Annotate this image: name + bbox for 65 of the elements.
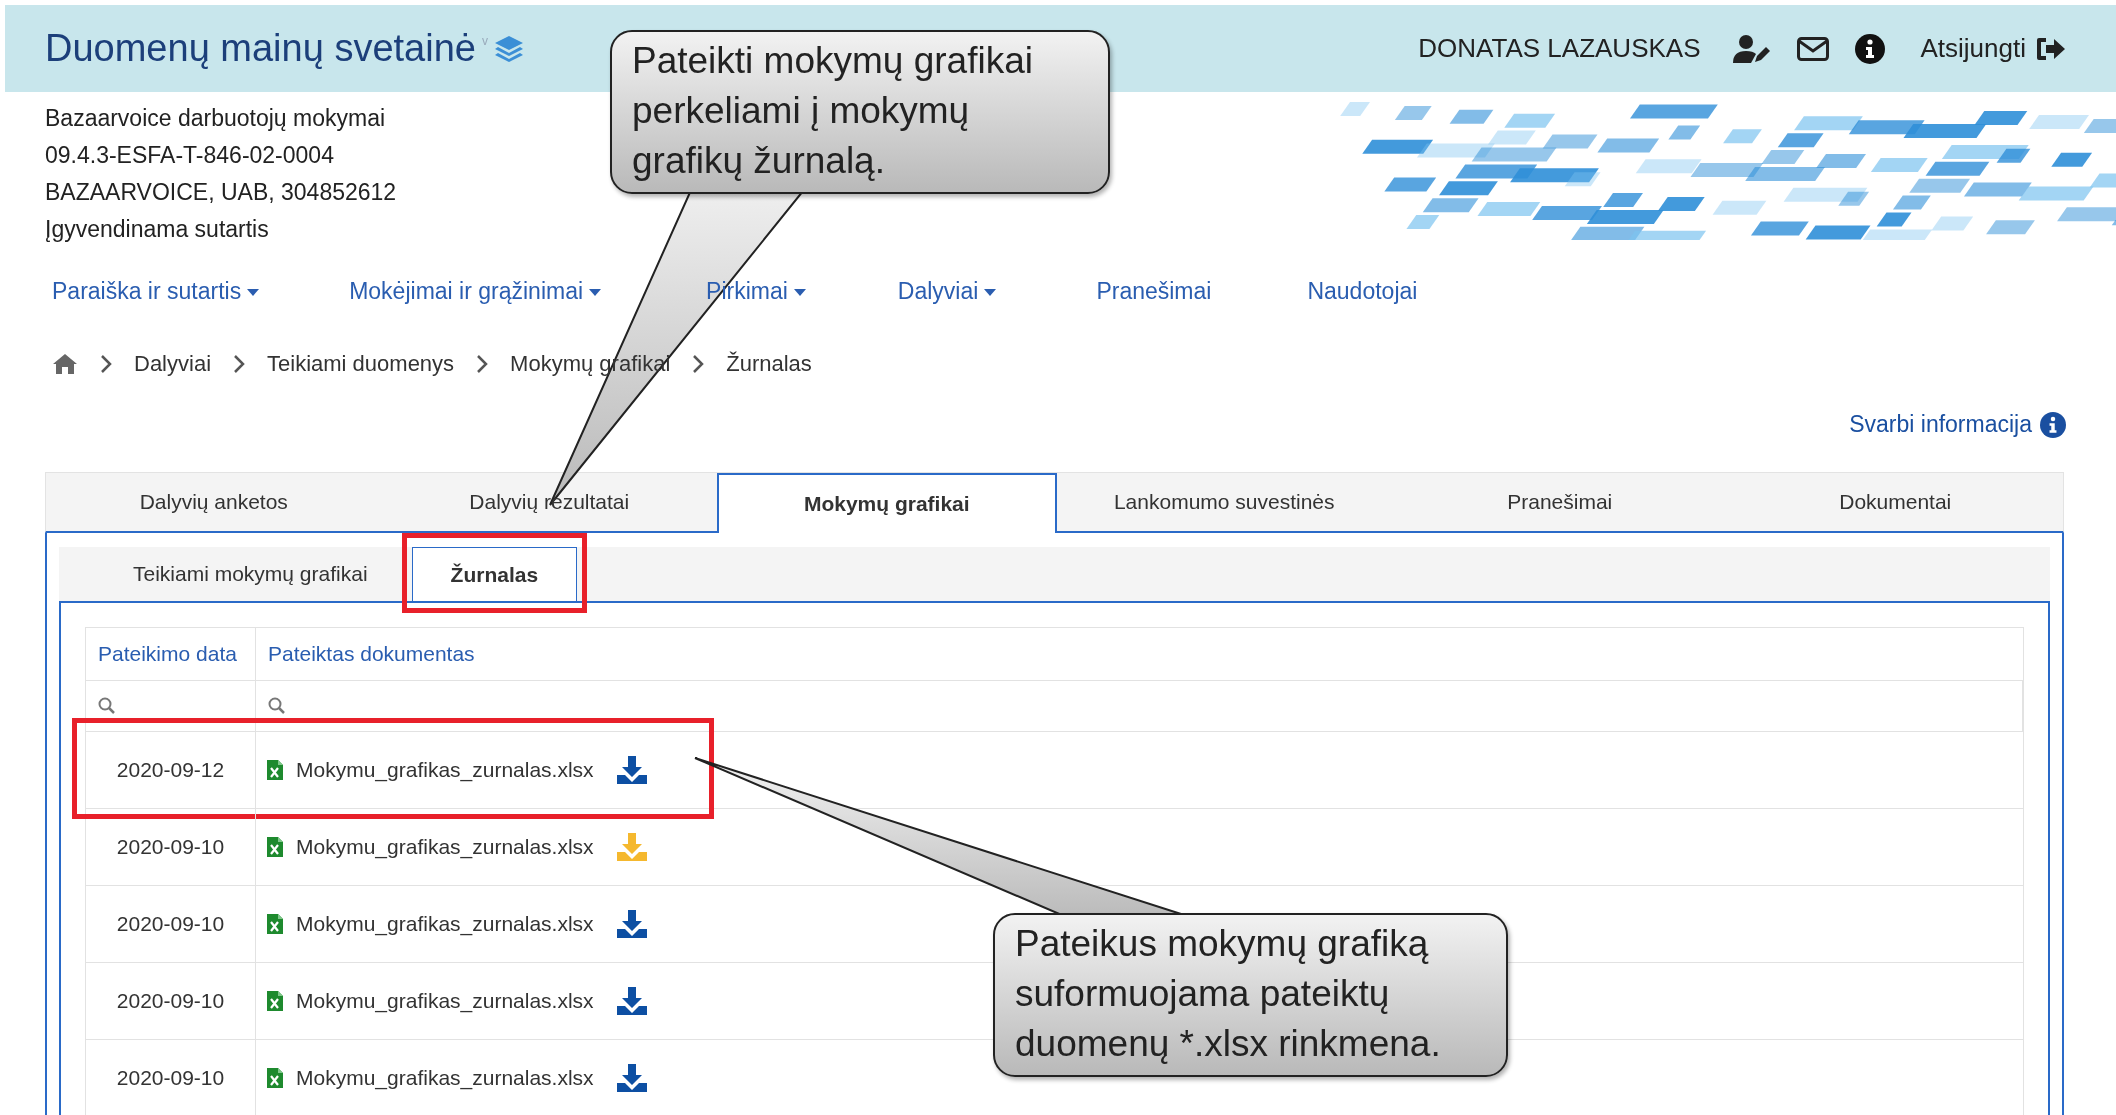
search-icon[interactable] — [268, 697, 286, 715]
file-name[interactable]: Mokymu_grafikas_zurnalas.xlsx — [296, 912, 594, 936]
tab[interactable]: Dokumentai — [1727, 473, 2063, 531]
tab[interactable]: Dalyvių rezultatai — [381, 473, 717, 531]
nav-menu-item[interactable]: Dalyviai — [897, 278, 997, 305]
download-icon[interactable] — [615, 755, 648, 785]
subtab[interactable]: Teikiami mokymų grafikai — [89, 547, 412, 601]
spreadsheet-file-icon — [266, 990, 284, 1012]
callout: Pateikti mokymų grafikai perkeliami į mokymų grafikų žurnalą. — [610, 30, 1110, 194]
tab[interactable]: Dalyvių anketos — [46, 473, 382, 531]
tab[interactable]: Pranešimai — [1392, 473, 1728, 531]
nav-menu-item[interactable]: Paraiška ir sutartis — [52, 278, 260, 305]
project-info-line: BAZAARVOICE, UAB, 304852612 — [45, 178, 397, 207]
breadcrumb-item[interactable]: Teikiami duomenys — [267, 351, 455, 377]
breadcrumb-item[interactable]: Dalyviai — [134, 351, 212, 377]
mail-icon[interactable] — [1796, 36, 1829, 61]
project-info-line: Įgyvendinama sutartis — [45, 215, 270, 244]
info-icon[interactable] — [1854, 33, 1885, 64]
table-cell: 2020-09-10 — [86, 963, 256, 1039]
callout: Pateikus mokymų grafiką suformuojama pateiktų duomenų *.xlsx rinkmena. — [993, 913, 1508, 1077]
project-info-line: Bazaarvoice darbuotojų mokymai — [45, 104, 387, 133]
spreadsheet-file-icon — [266, 759, 284, 781]
table-cell: 2020-09-10 — [86, 809, 256, 885]
file-name[interactable]: Mokymu_grafikas_zurnalas.xlsx — [296, 1066, 594, 1090]
nav-menu-item[interactable]: Mokėjimai ir grąžinimai — [349, 278, 602, 305]
project-info-line: 09.4.3-ESFA-T-846-02-0004 — [45, 141, 335, 170]
file-name[interactable]: Mokymu_grafikas_zurnalas.xlsx — [296, 835, 594, 859]
file-name[interactable]: Mokymu_grafikas_zurnalas.xlsx — [296, 758, 594, 782]
version-mark: v — [481, 34, 488, 48]
important-info-link[interactable]: Svarbi informacija — [1849, 411, 2032, 438]
chevron-right-icon — [692, 354, 705, 374]
breadcrumb-item[interactable]: Žurnalas — [726, 351, 812, 377]
download-icon[interactable] — [615, 909, 648, 939]
caret-icon — [247, 289, 260, 297]
nav-menu-item[interactable]: Naudotojai — [1307, 278, 1418, 305]
layers-icon — [493, 34, 524, 63]
table-cell: 2020-09-12 — [86, 732, 256, 808]
search-icon[interactable] — [98, 697, 116, 715]
user-name: DONATAS LAZAUSKAS — [1418, 33, 1701, 64]
spreadsheet-file-icon — [266, 913, 284, 935]
sign-out-icon[interactable] — [2036, 35, 2066, 62]
download-icon[interactable] — [615, 986, 648, 1016]
file-name[interactable]: Mokymu_grafikas_zurnalas.xlsx — [296, 989, 594, 1013]
home-icon[interactable] — [52, 353, 78, 375]
logout-link[interactable]: Atsijungti — [1920, 33, 2026, 64]
caret-icon — [984, 289, 997, 297]
download-icon[interactable] — [615, 1063, 648, 1093]
column-header[interactable]: Pateiktas dokumentas — [256, 628, 2023, 680]
caret-icon — [793, 289, 806, 297]
tab[interactable]: Lankomumo suvestinės — [1056, 473, 1392, 531]
chevron-right-icon — [100, 354, 112, 374]
site-title[interactable]: Duomenų mainų svetainė — [45, 27, 476, 70]
caret-icon — [589, 289, 602, 297]
chevron-right-icon — [476, 354, 489, 374]
info-icon[interactable] — [2040, 411, 2066, 438]
spreadsheet-file-icon — [266, 836, 284, 858]
table-cell: 2020-09-10 — [86, 886, 256, 962]
column-header[interactable]: Pateikimo data — [86, 628, 256, 680]
spreadsheet-file-icon — [266, 1067, 284, 1089]
nav-menu-item[interactable]: Pranešimai — [1096, 278, 1212, 305]
chevron-right-icon — [233, 354, 246, 374]
subtab[interactable]: Žurnalas — [411, 547, 578, 601]
table-cell: 2020-09-10 — [86, 1040, 256, 1115]
user-edit-icon[interactable] — [1732, 33, 1771, 64]
tab[interactable]: Mokymų grafikai — [717, 473, 1057, 533]
